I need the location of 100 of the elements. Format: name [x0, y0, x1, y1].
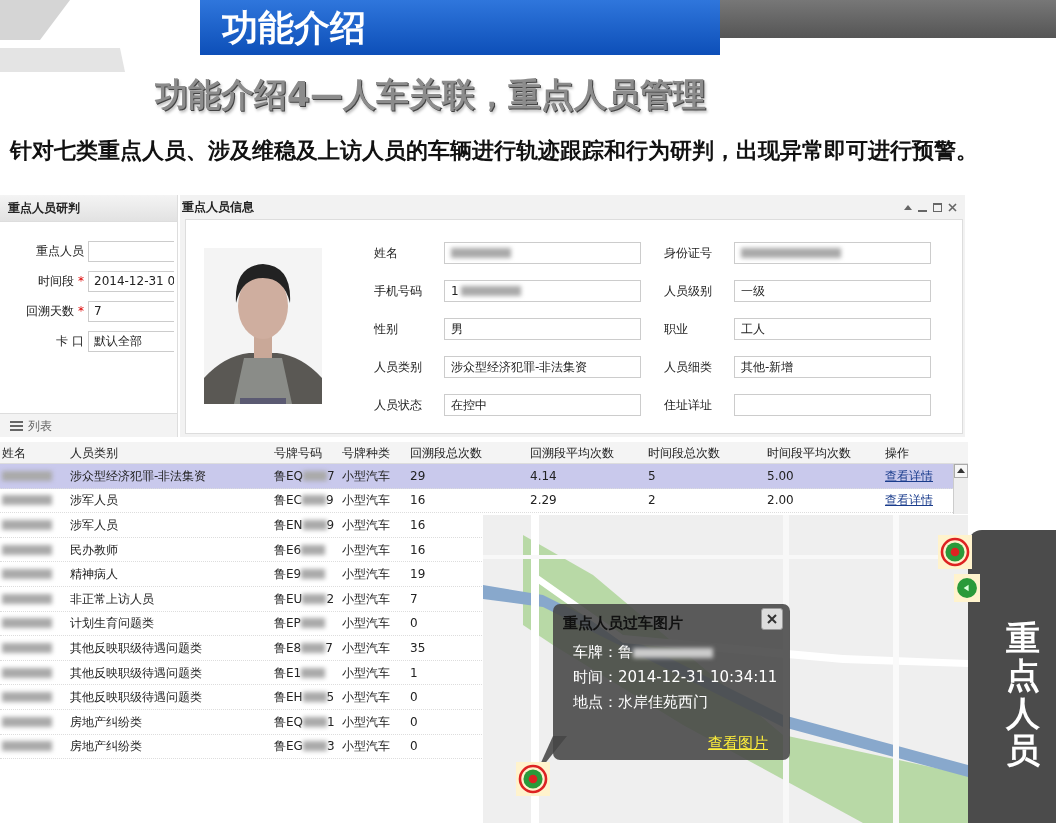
- input-field[interactable]: [734, 242, 931, 264]
- list-tab[interactable]: 列表: [0, 413, 177, 437]
- input-field[interactable]: 一级: [734, 280, 931, 302]
- popup-value: 鲁: [618, 642, 633, 663]
- map-marker-icon[interactable]: [516, 762, 550, 796]
- table-row[interactable]: 精神病人 鲁E9 小型汽车 19: [0, 562, 482, 587]
- table-cell-text: 小型汽车: [342, 639, 390, 657]
- field-label: 时间段: [38, 274, 74, 288]
- table-cell-text: 1: [410, 664, 418, 682]
- redaction-blur: [2, 618, 52, 629]
- details-link[interactable]: 查看详情: [885, 491, 933, 510]
- input-field[interactable]: 2014-12-31 0: [88, 270, 174, 292]
- table-row[interactable]: 其他反映职级待遇问题类 鲁E8 7 小型汽车 35: [0, 636, 482, 661]
- plate-number: 1: [327, 713, 335, 731]
- maximize-icon[interactable]: [933, 202, 942, 212]
- table-cell-text: 小型汽车: [342, 664, 390, 682]
- redaction-blur: [2, 495, 52, 506]
- table-row[interactable]: 房地产纠纷类 鲁EQ 1 小型汽车 0: [0, 709, 482, 735]
- input-field[interactable]: [734, 394, 931, 416]
- table-row[interactable]: 民办教师 鲁E6 小型汽车 16: [0, 537, 482, 563]
- table-cell-text: 0: [410, 713, 418, 731]
- input-field[interactable]: 7: [88, 300, 174, 322]
- redaction-blur: [301, 667, 326, 678]
- column-header[interactable]: 时间段平均次数: [765, 443, 883, 462]
- input-field[interactable]: [444, 242, 641, 264]
- map-marker-icon[interactable]: [954, 574, 980, 602]
- popup-value: 水岸佳苑西门: [618, 692, 708, 713]
- column-header[interactable]: 回溯段平均次数: [528, 443, 646, 462]
- redaction-blur: [2, 741, 52, 752]
- table-cell-text: 5.00: [767, 467, 794, 485]
- field-label: 人员细类: [664, 359, 713, 376]
- plate-number: 鲁EQ: [274, 713, 304, 731]
- close-icon: [767, 614, 777, 624]
- plate-number: 鲁E8: [274, 639, 302, 657]
- redaction-blur: [303, 716, 328, 727]
- field-label: 重点人员: [36, 244, 84, 258]
- redaction-blur: [302, 520, 327, 530]
- input-field[interactable]: 默认全部: [88, 330, 174, 352]
- input-field[interactable]: 其他-新增: [734, 356, 931, 378]
- table-cell-text: 16: [410, 517, 426, 534]
- input-field[interactable]: 涉众型经济犯罪-非法集资: [444, 356, 641, 378]
- table-cell-text: 16: [410, 492, 426, 510]
- column-header[interactable]: 人员类别: [68, 443, 272, 462]
- close-icon[interactable]: [948, 202, 957, 212]
- input-field[interactable]: [88, 240, 174, 262]
- table-cell-text: 小型汽车: [342, 615, 390, 633]
- plate-number: 鲁EN: [274, 517, 303, 534]
- plate-number: 鲁E9: [274, 566, 302, 584]
- popup-value: 2014-12-31 10:34:11: [618, 667, 778, 688]
- column-header[interactable]: 号牌种类: [340, 443, 408, 462]
- panel-title: 重点人员研判: [0, 195, 177, 221]
- table-row[interactable]: 房地产纠纷类 鲁EG 3 小型汽车 0: [0, 734, 482, 760]
- field-label: 住址详址: [664, 397, 713, 414]
- scrollbar[interactable]: [953, 464, 968, 514]
- column-header[interactable]: 操作: [883, 443, 953, 462]
- close-button[interactable]: [761, 608, 783, 630]
- slide-title: 功能介绍: [222, 6, 366, 50]
- redaction-blur: [302, 692, 327, 703]
- table-cell-text: 0: [410, 689, 418, 707]
- column-header[interactable]: 号牌号码: [272, 443, 340, 462]
- field-label: 职业: [664, 321, 689, 338]
- side-tab[interactable]: [968, 530, 1056, 823]
- plate-number: 鲁EH: [274, 689, 303, 707]
- required-mark: *: [78, 274, 84, 288]
- field-label: 人员级别: [664, 283, 713, 300]
- table-cell-text: 2: [648, 492, 656, 510]
- input-field[interactable]: 男: [444, 318, 641, 340]
- table-cell-text: 16: [410, 541, 426, 559]
- table-cell-text: 35: [410, 639, 426, 657]
- input-field[interactable]: 1: [444, 280, 641, 302]
- redaction-blur: [303, 470, 328, 481]
- table-cell-text: 小型汽车: [342, 590, 390, 608]
- table-cell-text: 小型汽车: [342, 713, 390, 731]
- table-row[interactable]: 其他反映职级待遇问题类 鲁E1 小型汽车 1: [0, 660, 482, 686]
- table-row[interactable]: 计划生育问题类 鲁EP 小型汽车 0: [0, 611, 482, 637]
- view-photo-link[interactable]: 查看图片: [708, 731, 768, 754]
- redaction-blur: [301, 495, 326, 506]
- table-cell-text: 小型汽车: [342, 492, 390, 510]
- plate-number: 鲁E6: [274, 541, 302, 559]
- redaction-blur: [2, 544, 52, 555]
- column-header[interactable]: 回溯段总次数: [408, 443, 528, 462]
- column-header[interactable]: 姓名: [0, 443, 68, 462]
- table-cell-text: 4.14: [530, 467, 557, 485]
- table-row[interactable]: 其他反映职级待遇问题类 鲁EH 5 小型汽车 0: [0, 685, 482, 710]
- table-row[interactable]: 非正常上访人员 鲁EU 2 小型汽车 7: [0, 586, 482, 612]
- input-field[interactable]: 在控中: [444, 394, 641, 416]
- details-link[interactable]: 查看详情: [885, 466, 933, 485]
- field-label: 性别: [374, 321, 399, 338]
- field-label: 手机号码: [374, 283, 423, 300]
- table-cell-text: 精神病人: [70, 566, 118, 584]
- column-header[interactable]: 时间段总次数: [646, 443, 765, 462]
- collapse-icon[interactable]: [904, 204, 912, 210]
- redaction-blur: [2, 569, 52, 580]
- table-row[interactable]: 涉军人员 鲁EC 9 小型汽车 16 2.29 2 2.00 查看详情: [0, 488, 953, 514]
- input-field[interactable]: 工人: [734, 318, 931, 340]
- table-row[interactable]: 涉军人员 鲁EN 9 小型汽车 16: [0, 513, 482, 538]
- table-row[interactable]: 涉众型经济犯罪-非法集资 鲁EQ 7 小型汽车 29 4.14 5 5.00 查看详情: [0, 464, 953, 489]
- slide-subtitle: 功能介绍4—人车关联，重点人员管理: [155, 75, 706, 114]
- map-marker-icon[interactable]: [938, 535, 972, 569]
- scroll-up-icon[interactable]: [954, 464, 968, 478]
